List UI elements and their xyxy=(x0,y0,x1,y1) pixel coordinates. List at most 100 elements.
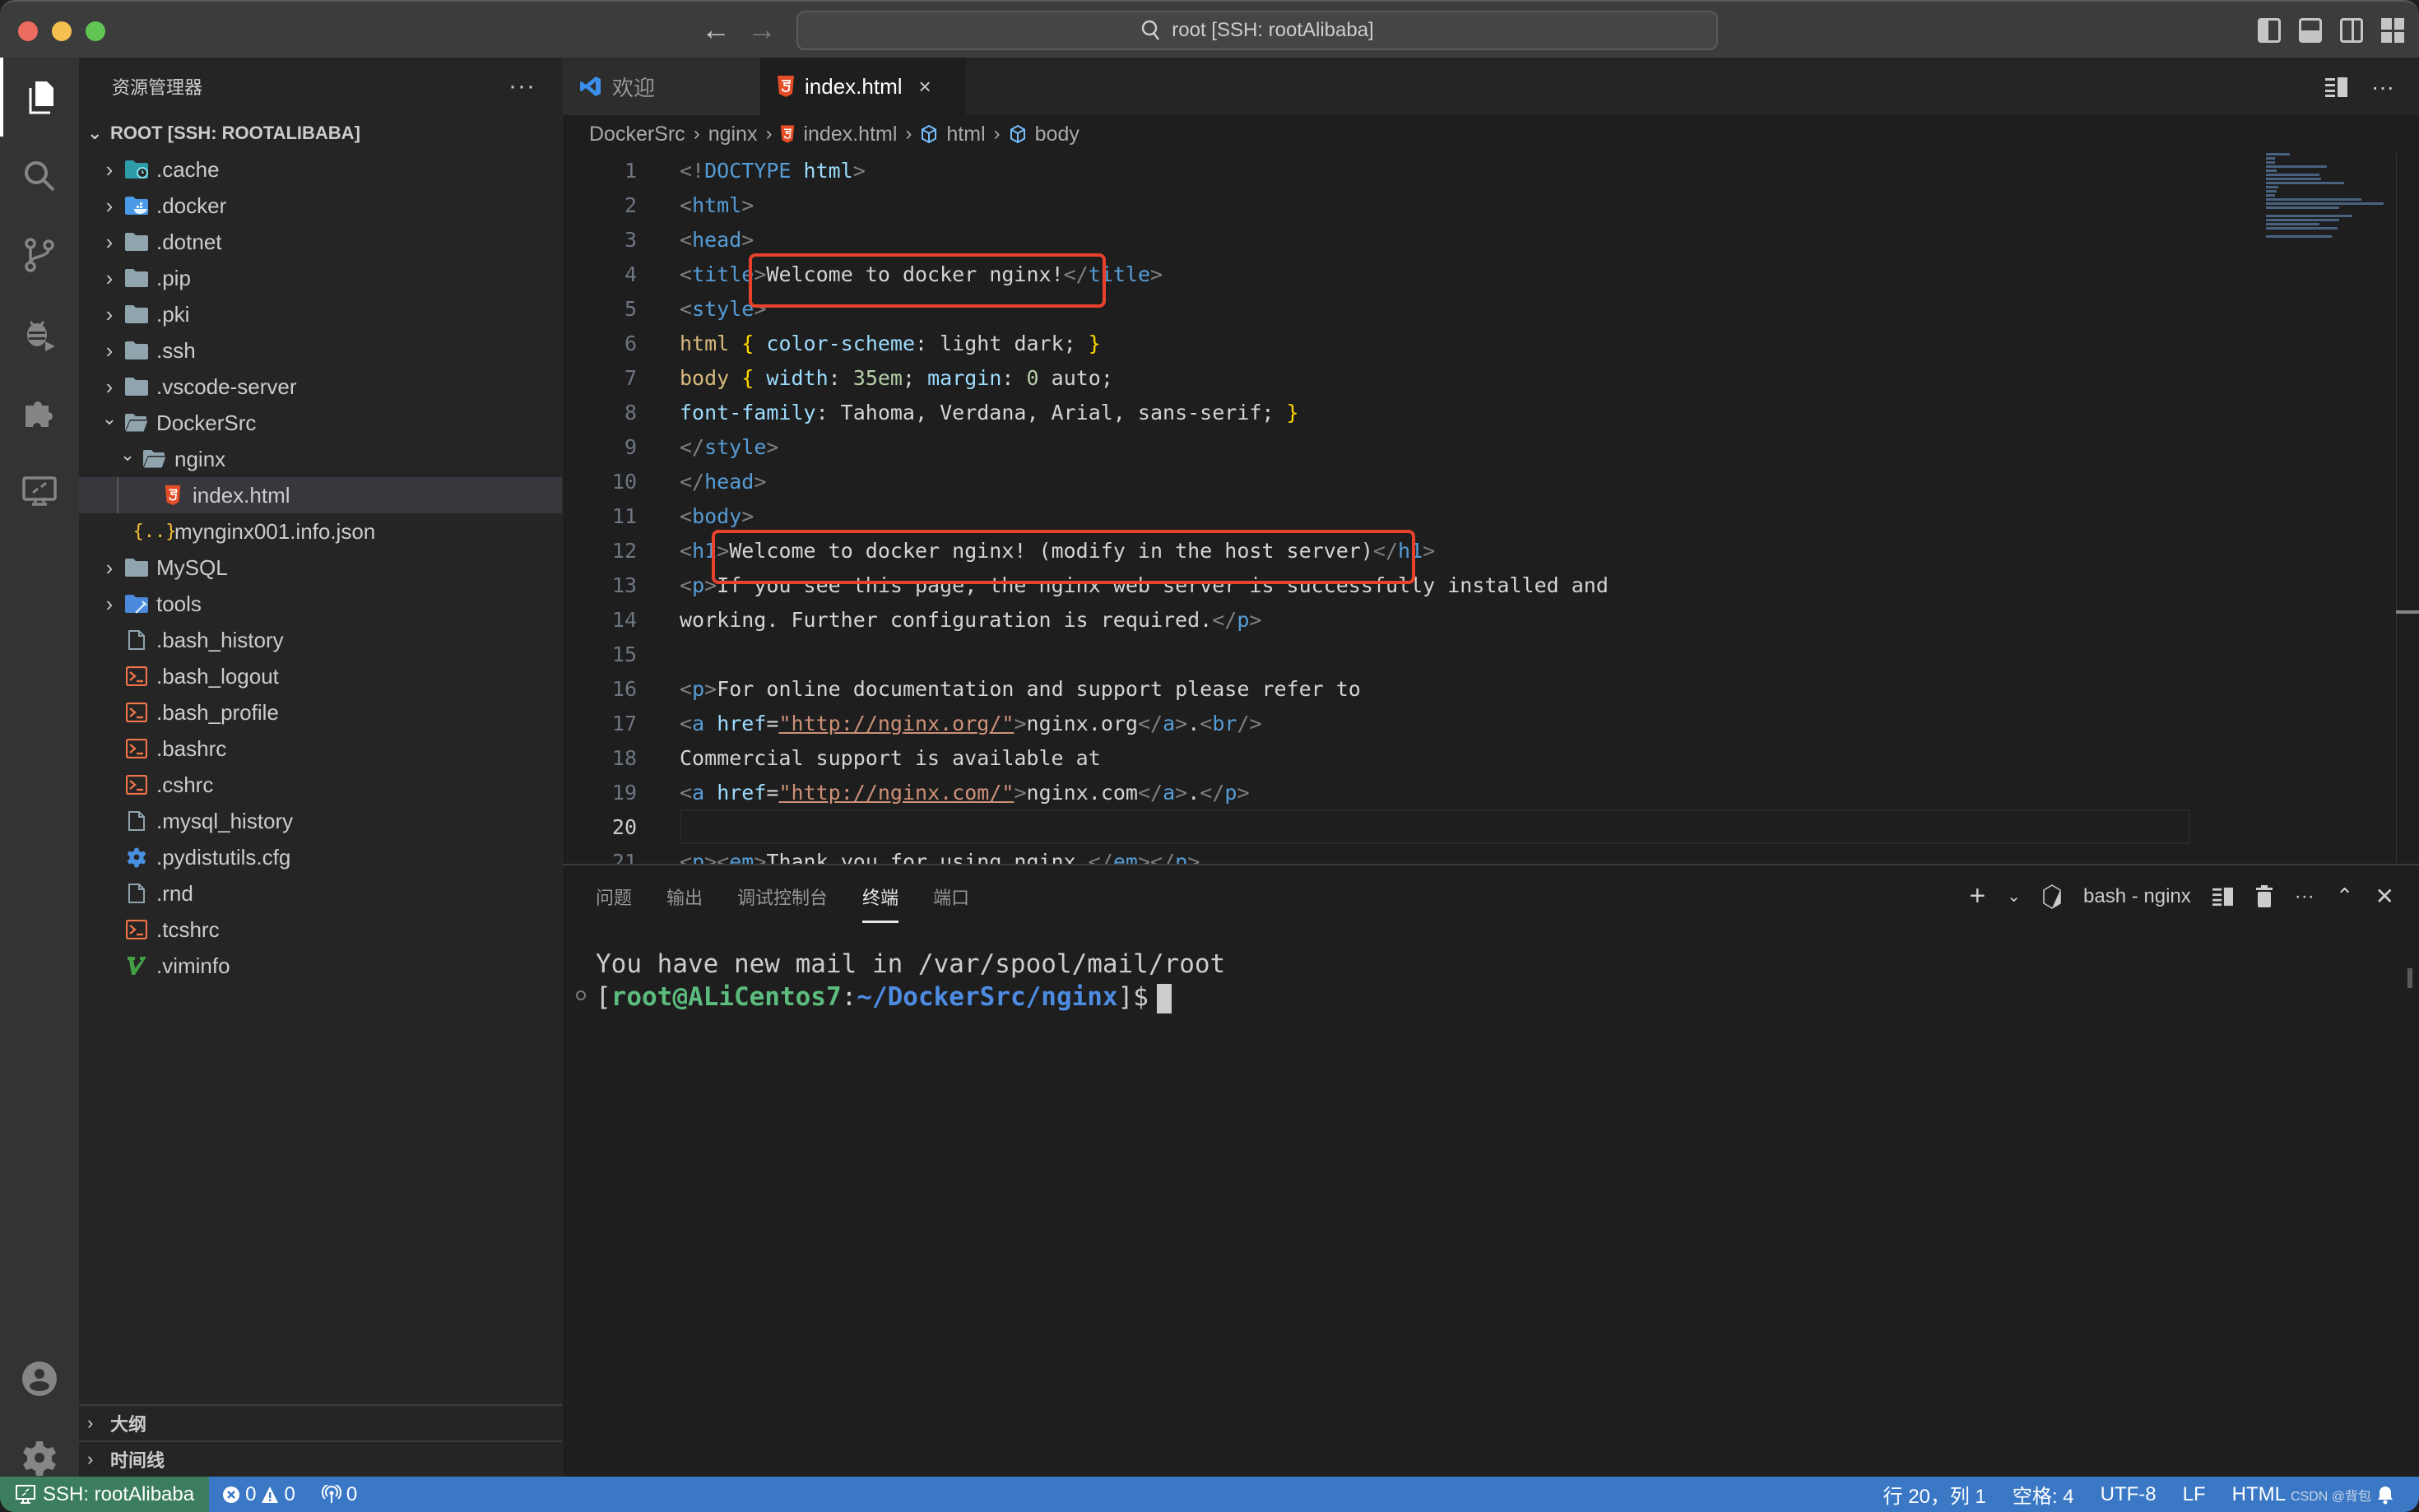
tree-file[interactable]: index.html xyxy=(79,477,562,513)
activity-remote-explorer[interactable] xyxy=(0,452,79,531)
new-terminal-icon[interactable]: + xyxy=(1969,880,1985,912)
notifications-bell-icon[interactable] xyxy=(2376,1485,2394,1505)
remote-indicator[interactable]: SSH: rootAlibaba xyxy=(0,1477,210,1512)
encoding[interactable]: UTF-8 xyxy=(2087,1483,2170,1506)
line-number: 2 xyxy=(624,192,637,217)
tree-folder[interactable]: › .pip xyxy=(79,260,562,296)
shell-icon xyxy=(122,737,151,760)
tree-folder[interactable]: › .vscode-server xyxy=(79,369,562,405)
more-actions-icon[interactable]: ··· xyxy=(2295,885,2315,908)
workspace-root[interactable]: ⌄ ROOT [SSH: ROOTALIBABA] xyxy=(79,115,562,151)
ports-status[interactable]: 0 xyxy=(309,1483,370,1506)
breadcrumb-item[interactable]: html xyxy=(946,123,985,146)
tree-file[interactable]: .rnd xyxy=(79,875,562,911)
minimize-window-button[interactable] xyxy=(52,21,72,41)
code-token: margin xyxy=(927,365,1002,390)
minimap[interactable] xyxy=(2266,153,2389,260)
code-token: = xyxy=(766,780,779,805)
activity-accounts[interactable] xyxy=(0,1339,79,1418)
section-outline[interactable]: › 大纲 xyxy=(79,1404,562,1440)
tree-folder[interactable]: › .dotnet xyxy=(79,224,562,260)
panel-tab-ports[interactable]: 端口 xyxy=(933,877,969,916)
chevron-down-icon[interactable]: ⌄ xyxy=(2007,886,2021,907)
close-window-button[interactable] xyxy=(18,21,38,41)
activity-search[interactable] xyxy=(0,137,79,216)
more-actions-icon[interactable]: ··· xyxy=(2371,74,2394,100)
breadcrumb-item[interactable]: body xyxy=(1035,123,1079,146)
maximize-panel-icon[interactable]: ⌃ xyxy=(2336,884,2354,909)
tree-file[interactable]: .tcshrc xyxy=(79,911,562,948)
tree-item-label: .ssh xyxy=(156,337,196,363)
breadcrumb-item[interactable]: nginx xyxy=(708,123,758,146)
chevron-right-icon: › xyxy=(105,337,114,363)
tree-file[interactable]: .pydistutils.cfg xyxy=(79,839,562,875)
tree-folder[interactable]: › .ssh xyxy=(79,332,562,369)
terminal-output-line: You have new mail in /var/spool/mail/roo… xyxy=(596,949,1226,979)
language-mode[interactable]: HTML xyxy=(2219,1483,2299,1506)
tree-file[interactable]: .cshrc xyxy=(79,767,562,803)
tree-folder[interactable]: › .pki xyxy=(79,296,562,332)
panel-tab-problems[interactable]: 问题 xyxy=(596,877,632,916)
tree-item-label: .bash_history xyxy=(156,627,284,652)
more-actions-icon[interactable]: ··· xyxy=(508,72,536,100)
search-icon xyxy=(1142,20,1160,40)
activity-source-control[interactable] xyxy=(0,216,79,295)
breadcrumb-item[interactable]: DockerSrc xyxy=(589,123,685,146)
activity-run-debug[interactable] xyxy=(0,295,79,373)
tree-file[interactable]: .mysql_history xyxy=(79,803,562,839)
command-center-search[interactable]: root [SSH: rootAlibaba] xyxy=(796,11,1718,50)
toggle-primary-sidebar-icon[interactable] xyxy=(2258,18,2281,43)
zoom-window-button[interactable] xyxy=(86,21,105,41)
account-icon xyxy=(22,1361,57,1396)
tree-file[interactable]: .bash_logout xyxy=(79,658,562,694)
tree-folder[interactable]: › MySQL xyxy=(79,550,562,586)
breadcrumb-item[interactable]: index.html xyxy=(803,123,897,146)
toggle-panel-icon[interactable] xyxy=(2299,18,2322,43)
problems-status[interactable]: 0 0 xyxy=(209,1483,309,1506)
split-editor-icon[interactable] xyxy=(2325,77,2348,98)
tree-file[interactable]: .bash_profile xyxy=(79,694,562,730)
code-token: head xyxy=(692,227,742,252)
code-token: </ xyxy=(680,469,705,494)
tree-item-label: .cache xyxy=(156,156,220,182)
panel-tab-debug-console[interactable]: 调试控制台 xyxy=(737,877,828,916)
editor-scrollbar[interactable] xyxy=(2396,153,2419,864)
panel-tab-output[interactable]: 输出 xyxy=(666,877,703,916)
panel-tab-terminal[interactable]: 终端 xyxy=(862,877,899,923)
tree-file[interactable]: .bash_history xyxy=(79,622,562,658)
tab-welcome[interactable]: 欢迎 xyxy=(563,58,760,115)
end-of-line[interactable]: LF xyxy=(2170,1483,2219,1506)
activity-explorer[interactable] xyxy=(0,58,79,137)
code-token: > xyxy=(741,503,754,528)
terminal[interactable]: You have new mail in /var/spool/mail/roo… xyxy=(576,948,1226,1013)
tree-folder[interactable]: › tools xyxy=(79,586,562,622)
terminal-name[interactable]: bash - nginx xyxy=(2083,885,2191,908)
cursor-position[interactable]: 行 20，列 1 xyxy=(1870,1480,1999,1509)
trash-icon[interactable] xyxy=(2255,884,2273,908)
scrollbar-thumb[interactable] xyxy=(2396,610,2419,614)
close-icon[interactable]: × xyxy=(919,74,931,100)
customize-layout-icon[interactable] xyxy=(2381,18,2404,43)
forward-arrow-icon[interactable]: → xyxy=(747,13,777,46)
code-line: 9 </style> xyxy=(563,429,2389,464)
tree-file[interactable]: .viminfo xyxy=(79,948,562,984)
close-panel-icon[interactable]: ✕ xyxy=(2375,883,2394,910)
terminal-scrollbar[interactable] xyxy=(2407,968,2412,988)
tree-file[interactable]: {..} mynginx001.info.json xyxy=(79,513,562,550)
indent-guide xyxy=(117,477,118,513)
toggle-secondary-sidebar-icon[interactable] xyxy=(2340,18,2363,43)
section-timeline[interactable]: › 时间线 xyxy=(79,1440,562,1477)
command-decoration-icon xyxy=(576,990,586,1000)
back-arrow-icon[interactable]: ← xyxy=(701,13,731,46)
tree-item-label: .pydistutils.cfg xyxy=(156,844,291,870)
tree-folder[interactable]: › .cache xyxy=(79,151,562,188)
split-terminal-icon[interactable] xyxy=(2212,887,2234,907)
tree-file[interactable]: .bashrc xyxy=(79,730,562,767)
tree-folder[interactable]: ⌄ nginx xyxy=(79,441,562,477)
code-editor[interactable]: 1 <!DOCTYPE html> 2 <html> 3 <head> 4 <title>We… xyxy=(563,153,2389,864)
tree-folder[interactable]: ⌄ DockerSrc xyxy=(79,405,562,441)
tab-index-html[interactable]: index.html × xyxy=(760,58,966,115)
indentation[interactable]: 空格: 4 xyxy=(1999,1480,2087,1509)
tree-folder[interactable]: › .docker xyxy=(79,188,562,224)
activity-extensions[interactable] xyxy=(0,373,79,452)
